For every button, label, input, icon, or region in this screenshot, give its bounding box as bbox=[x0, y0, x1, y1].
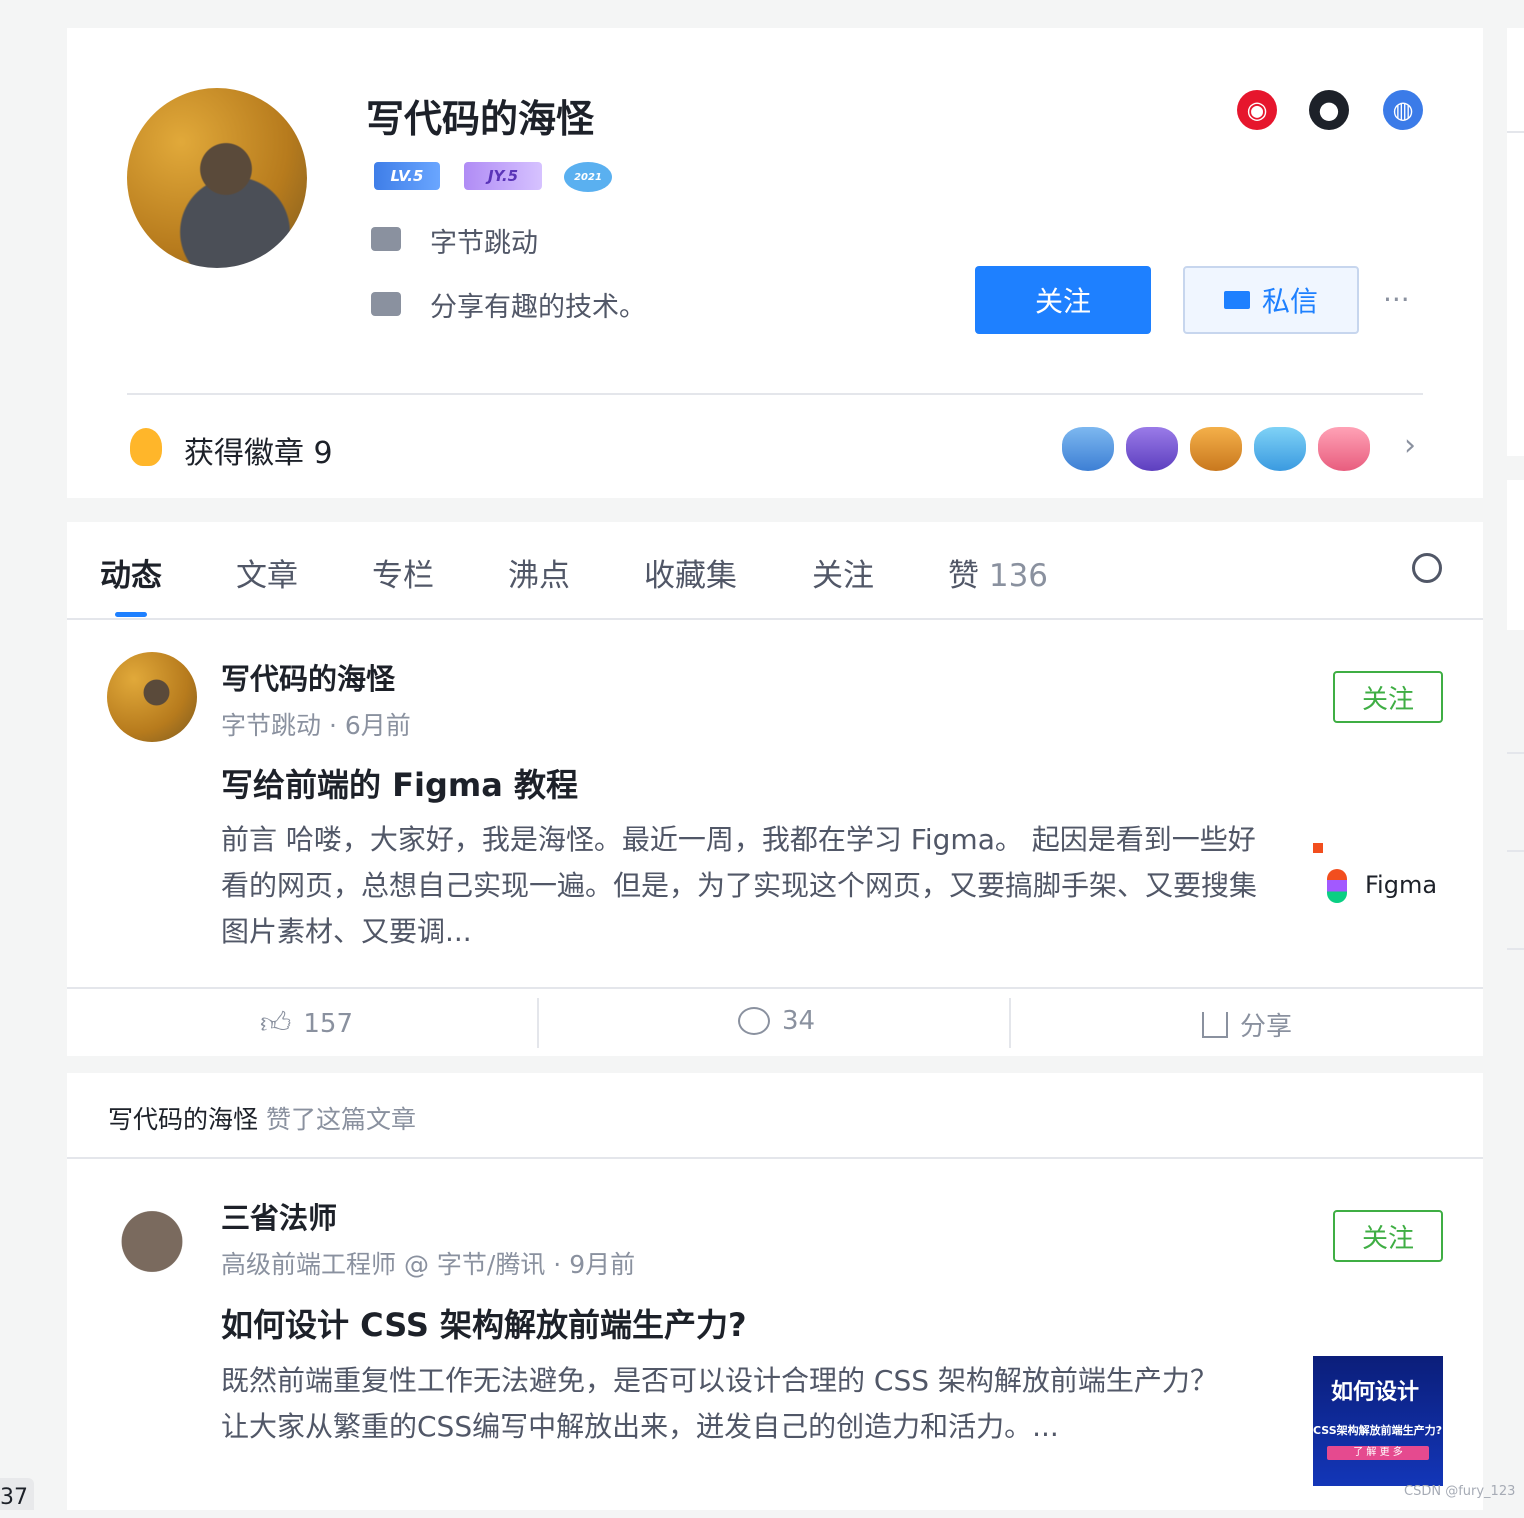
post2-thumbnail[interactable]: 如何设计 CSS架构解放前端生产力? 了 解 更 多 bbox=[1313, 1356, 1443, 1486]
tab-pins[interactable]: 沸点 bbox=[508, 550, 570, 595]
tab-collections[interactable]: 收藏集 bbox=[644, 550, 737, 595]
tab-articles[interactable]: 文章 bbox=[236, 550, 298, 595]
profile-name: 写代码的海怪 bbox=[366, 97, 595, 141]
more-options-button[interactable]: ··· bbox=[1383, 283, 1410, 316]
watermark: CSDN @fury_123 bbox=[1404, 1484, 1516, 1499]
post2-title[interactable]: 如何设计 CSS 架构解放前端生产力? bbox=[221, 1300, 747, 1346]
post-time: 6月前 bbox=[344, 711, 411, 740]
comment-icon bbox=[738, 1007, 770, 1035]
message-button[interactable]: 私信 bbox=[1183, 266, 1359, 334]
tab-likes[interactable]: 赞 136 bbox=[948, 550, 1048, 595]
medals-label[interactable]: 获得徽章 9 bbox=[184, 428, 333, 472]
medal-badge-3[interactable] bbox=[1190, 427, 1242, 471]
tab-columns[interactable]: 专栏 bbox=[372, 550, 434, 595]
comment-button[interactable]: 34 bbox=[738, 1006, 815, 1036]
meta-separator: · bbox=[553, 1250, 570, 1279]
globe-icon[interactable]: ◍ bbox=[1383, 90, 1423, 130]
search-icon[interactable] bbox=[1412, 553, 1442, 583]
figma-logo-icon bbox=[1327, 869, 1347, 903]
action-separator bbox=[537, 998, 539, 1048]
id-card-icon bbox=[371, 292, 401, 316]
medal-badge-1[interactable] bbox=[1062, 427, 1114, 471]
post-meta: 字节跳动 · 6月前 bbox=[221, 706, 411, 742]
post2-time: 9月前 bbox=[569, 1250, 636, 1279]
post-title[interactable]: 写给前端的 Figma 教程 bbox=[221, 760, 578, 806]
tab-active-indicator bbox=[115, 612, 147, 617]
medal-icon bbox=[130, 428, 162, 466]
tabs-divider bbox=[67, 618, 1483, 620]
level-badge[interactable]: LV.5 bbox=[374, 162, 440, 190]
thumbnail-cta: 了 解 更 多 bbox=[1327, 1446, 1429, 1460]
profile-divider bbox=[127, 393, 1423, 395]
activity-divider bbox=[67, 1157, 1483, 1159]
follow-author-button[interactable]: 关注 bbox=[1333, 671, 1443, 723]
activity-header: 写代码的海怪 赞了这篇文章 bbox=[108, 1100, 416, 1136]
thumbnail-subtitle: CSS架构解放前端生产力? bbox=[1313, 1424, 1443, 1437]
like-button[interactable]: 👍︎ 157 bbox=[260, 1006, 353, 1042]
medal-badge-2[interactable] bbox=[1126, 427, 1178, 471]
chevron-right-icon[interactable]: › bbox=[1404, 428, 1416, 463]
right-sidebar-divider bbox=[1507, 752, 1524, 754]
github-icon[interactable]: ● bbox=[1309, 90, 1349, 130]
follow-author-button[interactable]: 关注 bbox=[1333, 1210, 1443, 1262]
medal-badge-5[interactable] bbox=[1318, 427, 1370, 471]
thumbnail-title: 如何设计 bbox=[1331, 1380, 1420, 1405]
mail-icon bbox=[1223, 291, 1250, 309]
activity-actor[interactable]: 写代码的海怪 bbox=[108, 1105, 258, 1134]
thumbnail-text: Figma bbox=[1365, 871, 1438, 899]
juejin-power-badge[interactable]: JY.5 bbox=[464, 162, 542, 190]
share-label: 分享 bbox=[1240, 1012, 1293, 1042]
tab-likes-label: 赞 bbox=[948, 558, 979, 594]
weibo-icon[interactable]: ◉ bbox=[1237, 90, 1277, 130]
post-author-name[interactable]: 写代码的海怪 bbox=[221, 656, 395, 698]
right-sidebar-bottom bbox=[1507, 480, 1524, 630]
tab-following[interactable]: 关注 bbox=[812, 550, 874, 595]
share-button[interactable]: 分享 bbox=[1202, 1006, 1292, 1043]
activity-action: 赞了这篇文章 bbox=[265, 1105, 416, 1134]
post-excerpt[interactable]: 前言 哈喽，大家好，我是海怪。最近一周，我都在学习 Figma。 起因是看到一些… bbox=[221, 817, 1271, 955]
medal-badge-4[interactable] bbox=[1254, 427, 1306, 471]
post2-meta: 高级前端工程师 @ 字节/腾讯 · 9月前 bbox=[221, 1245, 635, 1281]
post2-author-name[interactable]: 三省法师 bbox=[221, 1195, 337, 1237]
bio-text: 分享有趣的技术。 bbox=[430, 292, 646, 323]
thumbnail-accent bbox=[1313, 843, 1323, 853]
post-actions-divider bbox=[67, 987, 1483, 989]
thumbs-up-icon: 👍︎ bbox=[260, 1006, 292, 1041]
tab-activity[interactable]: 动态 bbox=[100, 550, 162, 595]
post-author-company: 字节跳动 bbox=[221, 711, 322, 740]
meta-separator: · bbox=[328, 711, 345, 740]
profile-avatar[interactable] bbox=[127, 88, 307, 268]
right-sidebar-top bbox=[1507, 28, 1524, 456]
post2-author-job: 高级前端工程师 @ 字节/腾讯 bbox=[221, 1250, 546, 1279]
corner-tab: 37 bbox=[0, 1478, 34, 1510]
tab-likes-count: 136 bbox=[988, 558, 1049, 594]
post2-author-avatar[interactable] bbox=[107, 1192, 197, 1282]
share-icon bbox=[1202, 1011, 1228, 1038]
follow-button[interactable]: 关注 bbox=[975, 266, 1151, 334]
right-sidebar-divider bbox=[1507, 131, 1524, 133]
right-sidebar-divider bbox=[1507, 948, 1524, 950]
comment-count: 34 bbox=[782, 1006, 816, 1036]
company-text: 字节跳动 bbox=[430, 228, 538, 259]
action-separator bbox=[1009, 998, 1011, 1048]
year-badge[interactable]: 2021 bbox=[564, 162, 612, 192]
post-author-avatar[interactable] bbox=[107, 652, 197, 742]
post2-excerpt[interactable]: 既然前端重复性工作无法避免，是否可以设计合理的 CSS 架构解放前端生产力？让大… bbox=[221, 1358, 1241, 1450]
message-label: 私信 bbox=[1261, 285, 1318, 318]
post-thumbnail[interactable]: Figma bbox=[1313, 817, 1443, 947]
right-sidebar-divider bbox=[1507, 850, 1524, 852]
like-count: 157 bbox=[303, 1009, 353, 1039]
briefcase-icon bbox=[371, 227, 401, 251]
